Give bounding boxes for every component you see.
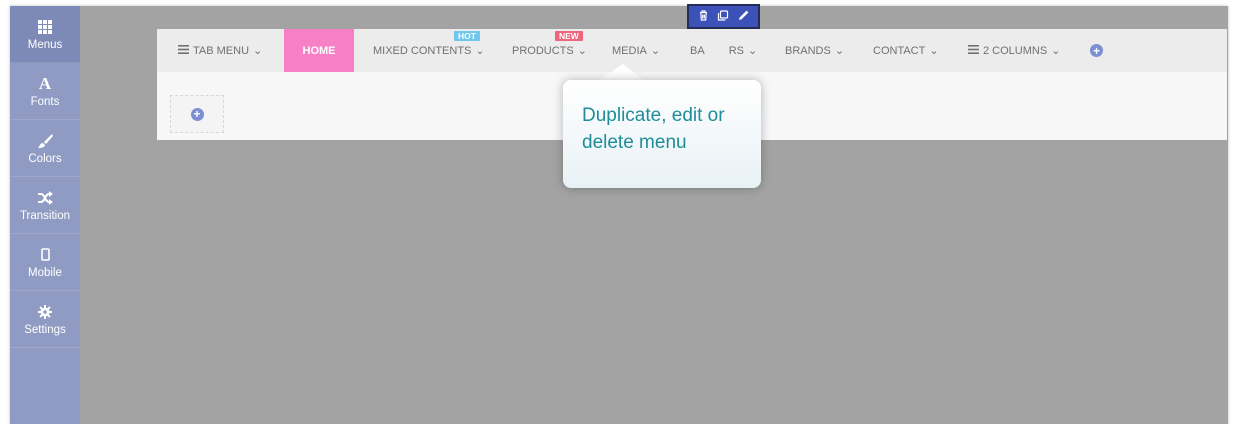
menu-item-label: MIXED CONTENTS [373,44,472,57]
duplicate-button[interactable] [715,9,731,25]
menu-item-2-columns[interactable]: 2 COLUMNS ⌄ [968,29,1060,72]
shuffle-icon [37,189,53,207]
menu-item-label: HOME [302,44,336,57]
new-badge: NEW [555,31,583,41]
menu-item-label: CONTACT [873,44,926,57]
gear-icon [38,303,52,321]
mobile-icon [40,246,50,264]
trash-icon [699,8,708,26]
chevron-down-icon: ⌄ [929,45,939,57]
tooltip: Duplicate, edit or delete menu [563,80,761,188]
sidebar-item-label: Settings [24,323,66,336]
delete-button[interactable] [695,9,711,25]
brush-icon [37,132,53,150]
sidebar-item-fonts[interactable]: A Fonts [10,63,80,120]
sidebar-item-settings[interactable]: Settings [10,291,80,348]
sidebar-item-transition[interactable]: Transition [10,177,80,234]
menu-item-banners[interactable]: BA RS ⌄ [690,29,757,72]
edit-button[interactable] [736,9,752,25]
menu-item-home[interactable]: HOME [284,29,354,72]
chevron-down-icon: ⌄ [253,45,263,57]
menu-item-brands[interactable]: BRANDS ⌄ [785,29,844,72]
hot-badge: HOT [454,31,480,41]
sidebar-item-colors[interactable]: Colors [10,120,80,177]
menu-item-label-end: RS [728,44,744,57]
sidebar-item-mobile[interactable]: Mobile [10,234,80,291]
menu-item-label: PRODUCTS [512,44,574,57]
plus-circle-icon: + [1090,44,1103,57]
chevron-down-icon: ⌄ [475,45,485,57]
menu-item-label: TAB MENU [193,44,250,57]
sidebar-item-label: Mobile [28,266,62,279]
sidebar-item-menus[interactable]: Menus [10,6,80,63]
menu-item-contact[interactable]: CONTACT ⌄ [873,29,939,72]
sidebar-item-label: Menus [27,38,63,51]
add-column-button[interactable]: + [170,95,224,133]
hamburger-icon [968,44,979,57]
tooltip-line-2: delete menu [582,132,687,153]
pencil-icon [738,8,749,26]
chevron-down-icon: ⌄ [834,45,845,57]
chevron-down-icon: ⌄ [650,45,661,57]
menu-bar: TAB MENU ⌄ HOME MIXED CONTENTS ⌄ HOT PRO… [157,29,1227,72]
menu-item-label: MEDIA [612,44,647,57]
font-icon: A [38,73,52,93]
hamburger-icon [178,44,189,57]
grid-icon [38,18,52,36]
menu-item-label: BA [690,44,705,57]
sidebar-item-label: Colors [28,152,62,165]
menu-edit-toolbar [687,4,760,29]
add-menu-item-button[interactable]: + [1090,29,1103,72]
menu-item-tab-menu[interactable]: TAB MENU ⌄ [178,29,262,72]
chevron-down-icon: ⌄ [747,45,758,57]
tooltip-line-1: Duplicate, edit or [582,105,725,126]
sidebar-item-label: Transition [19,209,71,222]
chevron-down-icon: ⌄ [577,45,587,57]
sidebar: Menus A Fonts Colors Transition Mobile S… [10,6,80,424]
menu-item-label: BRANDS [785,44,831,57]
sidebar-item-label: Fonts [30,95,60,108]
duplicate-icon [717,8,729,26]
chevron-down-icon: ⌄ [1051,45,1061,57]
menu-item-label: 2 COLUMNS [983,44,1048,57]
plus-circle-icon: + [190,107,204,121]
